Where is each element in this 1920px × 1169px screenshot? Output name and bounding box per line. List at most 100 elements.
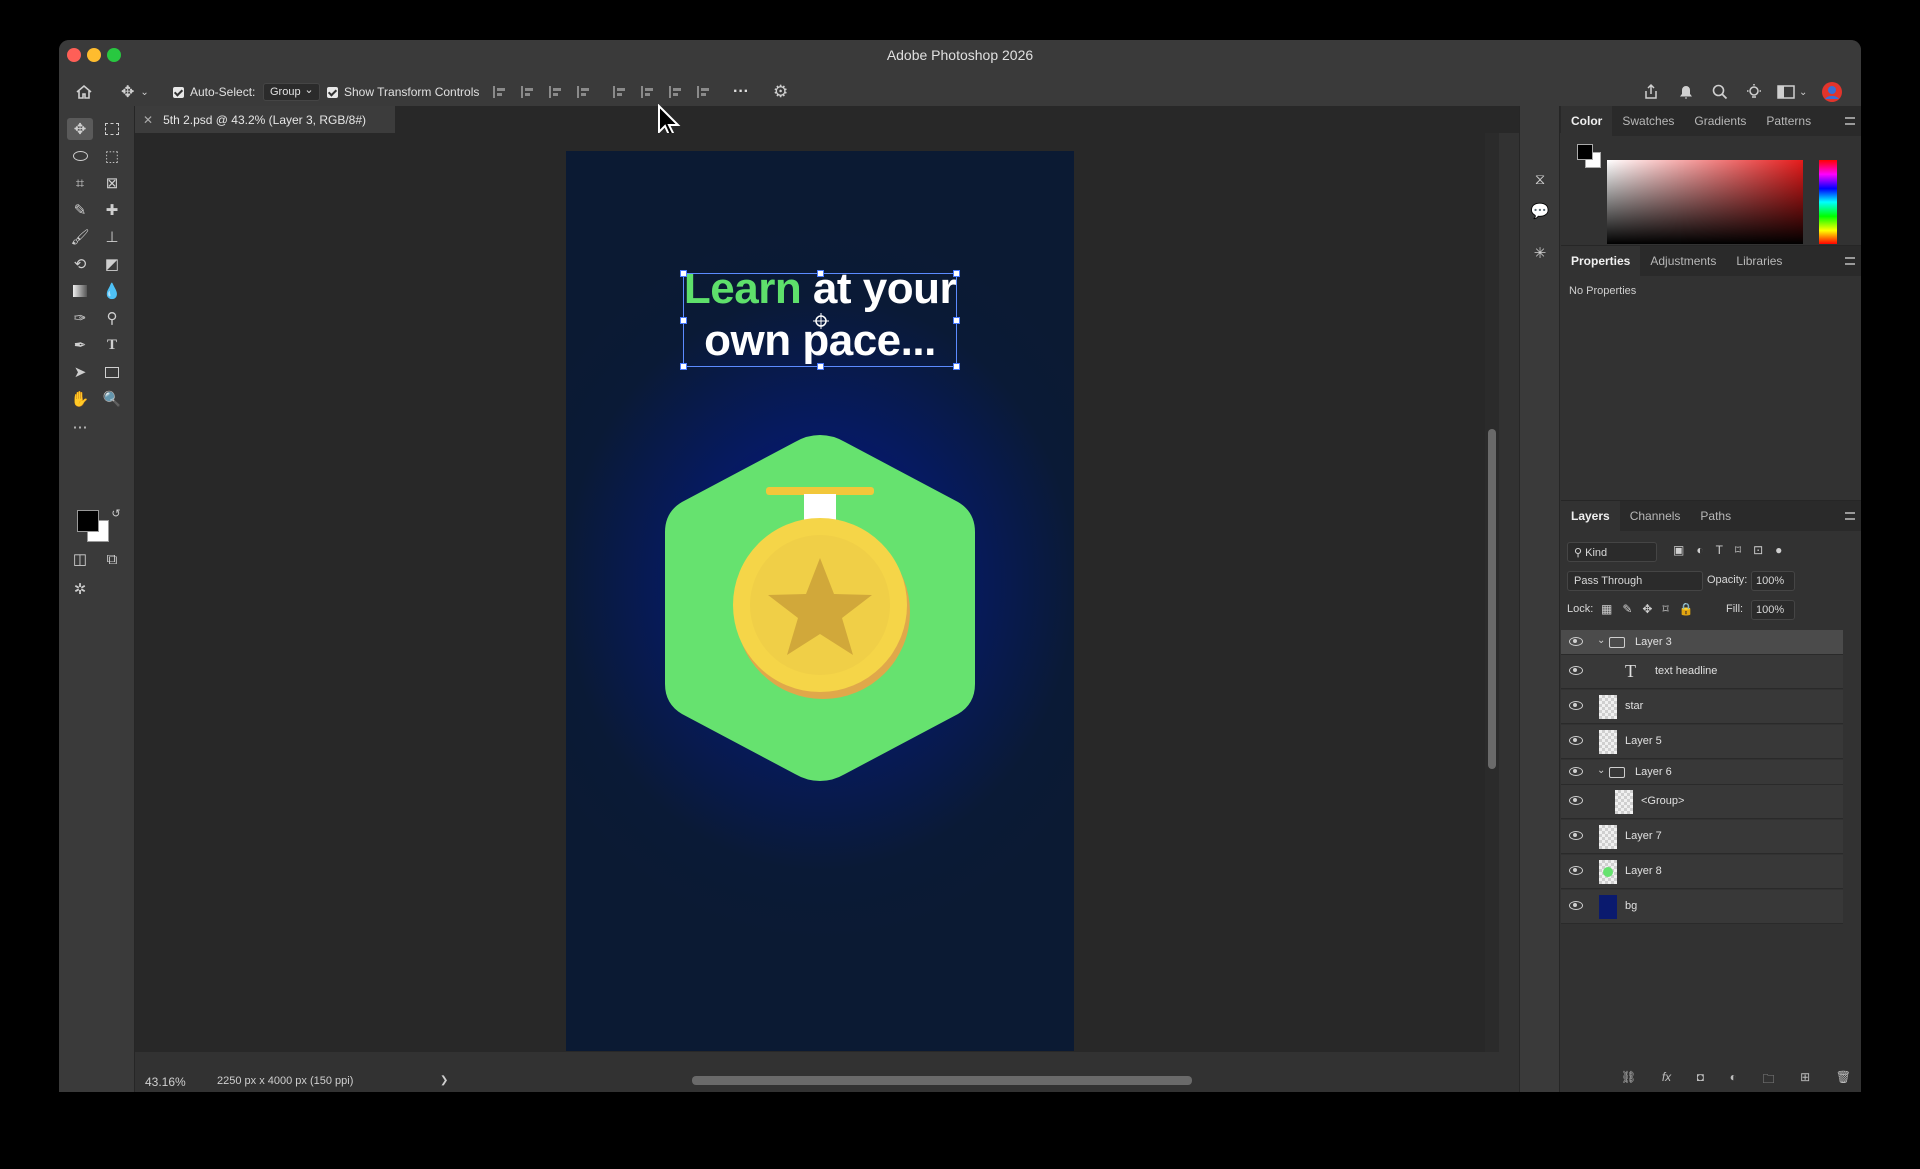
align-right-button[interactable] — [549, 80, 563, 104]
layer-mask-icon[interactable]: ◘ — [1697, 1070, 1704, 1088]
marquee-tool[interactable] — [99, 118, 125, 140]
lasso-tool[interactable] — [67, 145, 93, 167]
tab-adjustments[interactable]: Adjustments — [1640, 246, 1726, 276]
home-button[interactable] — [75, 80, 93, 104]
color-picker-field[interactable] — [1607, 160, 1803, 244]
eye-icon[interactable] — [1569, 767, 1583, 776]
rectangle-tool[interactable] — [99, 361, 125, 383]
chevron-down-icon[interactable]: ⌄ — [1597, 765, 1605, 776]
hand-tool[interactable]: ✋ — [67, 388, 93, 410]
eye-icon[interactable] — [1569, 637, 1583, 646]
canvas-area[interactable]: Learn at your own pace... — [135, 133, 1499, 1052]
align-left-button[interactable] — [493, 80, 507, 104]
crop-tool[interactable]: ⌗ — [67, 172, 93, 194]
transform-controls-checkbox[interactable] — [327, 86, 338, 98]
layer-row-group[interactable]: <Group> — [1561, 785, 1843, 819]
document-tab[interactable]: ✕ 5th 2.psd @ 43.2% (Layer 3, RGB/8#) — [135, 106, 395, 133]
align-middle-button[interactable] — [641, 80, 655, 104]
hue-slider[interactable] — [1819, 160, 1837, 244]
color-panel-menu-icon[interactable] — [1845, 117, 1855, 125]
pen-tool[interactable]: ✒ — [67, 334, 93, 356]
settings-button[interactable]: ⚙ — [773, 80, 788, 104]
transform-bounding-box[interactable] — [680, 270, 960, 370]
adjustment-layer-icon[interactable]: ◐ — [1730, 1070, 1737, 1088]
auto-select-option[interactable]: Auto-Select: — [173, 80, 255, 104]
screen-mode-button[interactable]: ⧉ — [99, 548, 125, 570]
discover-button[interactable] — [1745, 80, 1763, 104]
new-layer-icon[interactable]: ⊞ — [1800, 1070, 1810, 1088]
chevron-down-icon[interactable]: ⌄ — [1597, 635, 1605, 646]
transform-handle-left[interactable] — [680, 317, 687, 324]
trash-icon[interactable]: 🗑 — [1836, 1070, 1851, 1088]
healing-brush-tool[interactable]: ✚ — [99, 199, 125, 221]
frame-tool[interactable]: ⊠ — [99, 172, 125, 194]
gradient-tool[interactable] — [67, 280, 93, 302]
transform-handle-bottom-right[interactable] — [953, 363, 960, 370]
eye-icon[interactable] — [1569, 701, 1583, 710]
tab-channels[interactable]: Channels — [1620, 501, 1691, 531]
generative-panel-button[interactable]: ✳ — [1527, 242, 1553, 264]
eraser-tool[interactable]: ◩ — [99, 253, 125, 275]
eye-icon[interactable] — [1569, 831, 1583, 840]
transform-handle-top-right[interactable] — [953, 270, 960, 277]
layer-row-layer-8[interactable]: Layer 8 — [1561, 855, 1843, 889]
burn-tool[interactable]: ⚲ — [99, 307, 125, 329]
tab-properties[interactable]: Properties — [1561, 246, 1641, 276]
color-panel-foreground-swatch[interactable] — [1577, 144, 1593, 160]
layer-row-layer-7[interactable]: Layer 7 — [1561, 820, 1843, 854]
transform-controls-option[interactable]: Show Transform Controls — [327, 80, 479, 104]
layers-panel-menu-icon[interactable] — [1845, 512, 1855, 520]
zoom-tool[interactable]: 🔍 — [99, 388, 125, 410]
quick-mask-button[interactable]: ◫ — [67, 548, 93, 570]
link-layers-icon[interactable]: ⛓ — [1621, 1070, 1636, 1088]
transform-handle-top-left[interactable] — [680, 270, 687, 277]
eye-icon[interactable] — [1569, 666, 1583, 675]
lock-options[interactable]: ▦✎✥⌑🔒 — [1601, 602, 1704, 616]
generative-tool-button[interactable]: ✲ — [67, 578, 93, 600]
properties-panel-menu-icon[interactable] — [1845, 257, 1855, 265]
transform-handle-top[interactable] — [817, 270, 824, 277]
layer-row-layer-3[interactable]: ⌄ Layer 3 — [1561, 630, 1843, 655]
tab-libraries[interactable]: Libraries — [1726, 246, 1792, 276]
layer-row-text-headline[interactable]: T text headline — [1561, 655, 1843, 689]
eyedropper-tool[interactable]: ✎ — [67, 199, 93, 221]
object-selection-tool[interactable]: ⬚ — [99, 145, 125, 167]
status-menu-arrow[interactable]: ❯ — [440, 1075, 448, 1086]
path-selection-tool[interactable]: ➤ — [67, 361, 93, 383]
align-center-button[interactable] — [521, 80, 535, 104]
tab-swatches[interactable]: Swatches — [1612, 106, 1684, 136]
history-brush-tool[interactable]: ⟲ — [67, 253, 93, 275]
layer-row-layer-6[interactable]: ⌄ Layer 6 — [1561, 760, 1843, 785]
history-panel-button[interactable]: ⧖ — [1527, 168, 1553, 190]
foreground-color-swatch[interactable] — [77, 510, 99, 532]
eye-icon[interactable] — [1569, 796, 1583, 805]
distribute-vertical-button[interactable] — [577, 80, 591, 104]
workspace-button[interactable]: ⌄ — [1777, 80, 1807, 104]
medal-badge-illustration[interactable] — [661, 431, 979, 785]
user-avatar[interactable] — [1821, 80, 1843, 104]
blur-tool[interactable]: 💧 — [99, 280, 125, 302]
vertical-scrollbar[interactable] — [1485, 133, 1499, 1052]
fx-icon[interactable]: fx — [1662, 1070, 1671, 1088]
layer-row-star[interactable]: star — [1561, 690, 1843, 724]
layer-filter-icons[interactable]: ▣◐T⌑⊡● — [1673, 543, 1794, 557]
layer-filter-dropdown[interactable]: ⚲ Kind — [1567, 542, 1657, 562]
eye-icon[interactable] — [1569, 901, 1583, 910]
tab-color[interactable]: Color — [1561, 106, 1613, 136]
type-tool[interactable]: T — [99, 334, 125, 356]
distribute-horizontal-button[interactable] — [697, 80, 711, 104]
dodge-tool[interactable]: ✑ — [67, 307, 93, 329]
layer-row-layer-5[interactable]: Layer 5 — [1561, 725, 1843, 759]
fill-field[interactable]: 100% — [1751, 600, 1795, 620]
move-tool-preset[interactable]: ✥ ⌄ — [121, 80, 149, 104]
close-icon[interactable]: ✕ — [143, 113, 153, 127]
tab-gradients[interactable]: Gradients — [1684, 106, 1756, 136]
eye-icon[interactable] — [1569, 736, 1583, 745]
auto-select-checkbox[interactable] — [173, 86, 184, 98]
layer-row-bg[interactable]: bg — [1561, 890, 1843, 924]
brush-tool[interactable]: 🖌 — [67, 226, 93, 248]
horizontal-scrollbar-thumb[interactable] — [692, 1076, 1192, 1085]
swap-colors-button[interactable]: ↺ — [103, 502, 129, 524]
auto-select-dropdown[interactable]: Group — [263, 80, 320, 104]
clone-stamp-tool[interactable]: ⊥ — [99, 226, 125, 248]
